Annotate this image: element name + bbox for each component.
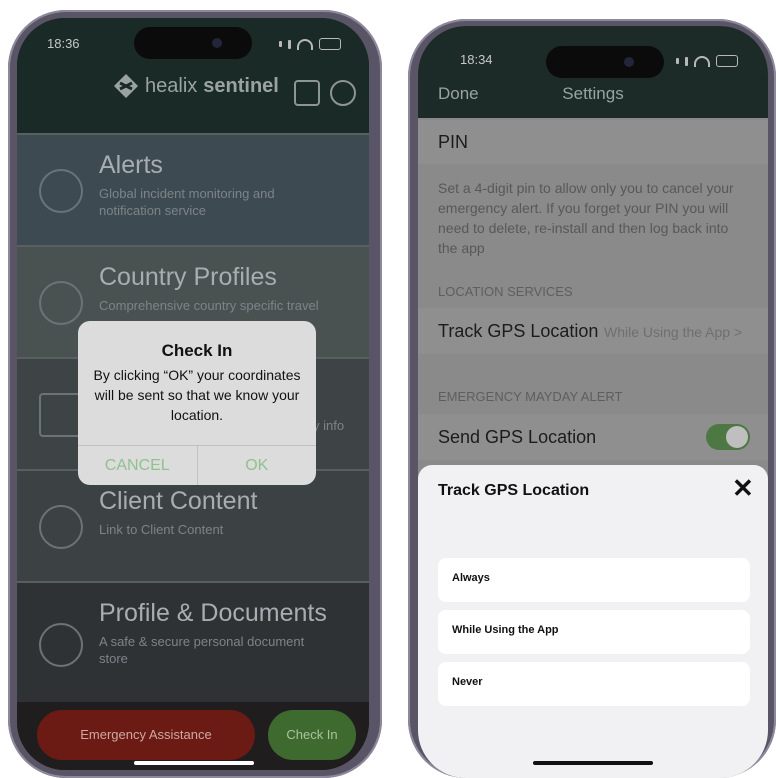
settings-nav-bar: 18:34 Done Settings xyxy=(418,26,768,118)
tile-client-content[interactable]: Client Content Link to Client Content xyxy=(17,469,369,581)
home-indicator xyxy=(134,761,254,765)
option-label: Never xyxy=(452,676,483,688)
home-indicator xyxy=(533,761,653,765)
dialog-title: Check In xyxy=(161,341,233,360)
tile-title: Profile & Documents xyxy=(99,599,327,627)
option-while-using[interactable]: While Using the App xyxy=(438,610,750,654)
track-gps-row[interactable]: Track GPS Location While Using the App > xyxy=(418,308,768,354)
pin-row[interactable]: PIN xyxy=(418,120,768,164)
option-always[interactable]: Always xyxy=(438,558,750,602)
dialog-message: By clicking “OK” your coordinates will b… xyxy=(93,367,301,423)
brand-name-light: healix xyxy=(145,74,198,97)
messages-icon[interactable] xyxy=(294,80,320,106)
battery-icon xyxy=(716,55,738,67)
send-gps-toggle[interactable] xyxy=(706,424,750,450)
gear-icon[interactable] xyxy=(330,80,356,106)
check-in-dialog: Check In By clicking “OK” your coordinat… xyxy=(78,321,316,485)
tile-subtitle: Global incident monitoring and notificat… xyxy=(99,186,275,218)
status-icons xyxy=(676,55,738,67)
close-icon[interactable]: ✕ xyxy=(732,473,754,504)
pin-label: PIN xyxy=(438,132,469,152)
pin-description: Set a 4-digit pin to allow only you to c… xyxy=(438,180,734,256)
right-phone-screen: 18:34 Done Settings PIN Set a 4-digit pi… xyxy=(418,26,768,778)
brand-name-bold: sentinel xyxy=(203,74,279,97)
padlock-icon xyxy=(39,623,83,667)
app-header: 18:36 healix sentinel xyxy=(17,18,369,133)
mayday-alert-header: EMERGENCY MAYDAY ALERT xyxy=(438,389,623,404)
healix-logo-icon xyxy=(114,74,138,98)
app-logo: healix sentinel xyxy=(113,73,279,99)
virus-icon xyxy=(39,169,83,213)
sheet-title: Track GPS Location xyxy=(438,482,590,499)
cancel-button[interactable]: CANCEL xyxy=(78,446,198,485)
tile-alerts[interactable]: Alerts Global incident monitoring and no… xyxy=(17,133,369,245)
dynamic-island xyxy=(546,46,664,78)
track-gps-value: While Using the App > xyxy=(604,324,743,340)
dialog-buttons: CANCEL OK xyxy=(78,445,316,485)
page-title: Settings xyxy=(562,84,624,103)
emergency-assistance-button[interactable]: Emergency Assistance xyxy=(37,710,255,760)
tile-subtitle: Comprehensive country specific travel xyxy=(99,298,319,313)
tile-subtitle: Link to Client Content xyxy=(99,522,224,537)
check-in-button[interactable]: Check In xyxy=(268,710,356,760)
bottom-action-bar: Emergency Assistance Check In xyxy=(17,702,369,770)
left-phone-screen: 18:36 healix sentinel Alerts Global incid… xyxy=(17,18,369,770)
status-time: 18:34 xyxy=(460,52,493,67)
tile-title: Client Content xyxy=(99,487,258,515)
tile-title: Country Profiles xyxy=(99,263,277,291)
battery-icon xyxy=(319,38,341,50)
option-label: Always xyxy=(452,572,490,584)
send-gps-label: Send GPS Location xyxy=(438,427,597,447)
option-label: While Using the App xyxy=(452,624,559,636)
tile-profile-documents[interactable]: Profile & Documents A safe & secure pers… xyxy=(17,581,369,704)
location-services-header: LOCATION SERVICES xyxy=(438,284,573,299)
globe-icon xyxy=(39,281,83,325)
tile-subtitle: y info xyxy=(313,418,345,433)
track-gps-sheet: Track GPS Location ✕ Always While Using … xyxy=(418,465,768,778)
dynamic-island xyxy=(134,27,252,59)
wifi-icon xyxy=(297,38,313,50)
tile-subtitle: A safe & secure personal document store xyxy=(99,634,305,666)
status-icons xyxy=(279,38,341,50)
clipboard-icon xyxy=(39,393,83,437)
option-never[interactable]: Never xyxy=(438,662,750,706)
globe-icon xyxy=(39,505,83,549)
tile-title: Alerts xyxy=(99,151,163,179)
track-gps-label: Track GPS Location xyxy=(438,321,599,341)
ok-button[interactable]: OK xyxy=(198,446,317,485)
send-gps-row: Send GPS Location xyxy=(418,414,768,460)
status-time: 18:36 xyxy=(47,36,80,51)
wifi-icon xyxy=(694,55,710,67)
